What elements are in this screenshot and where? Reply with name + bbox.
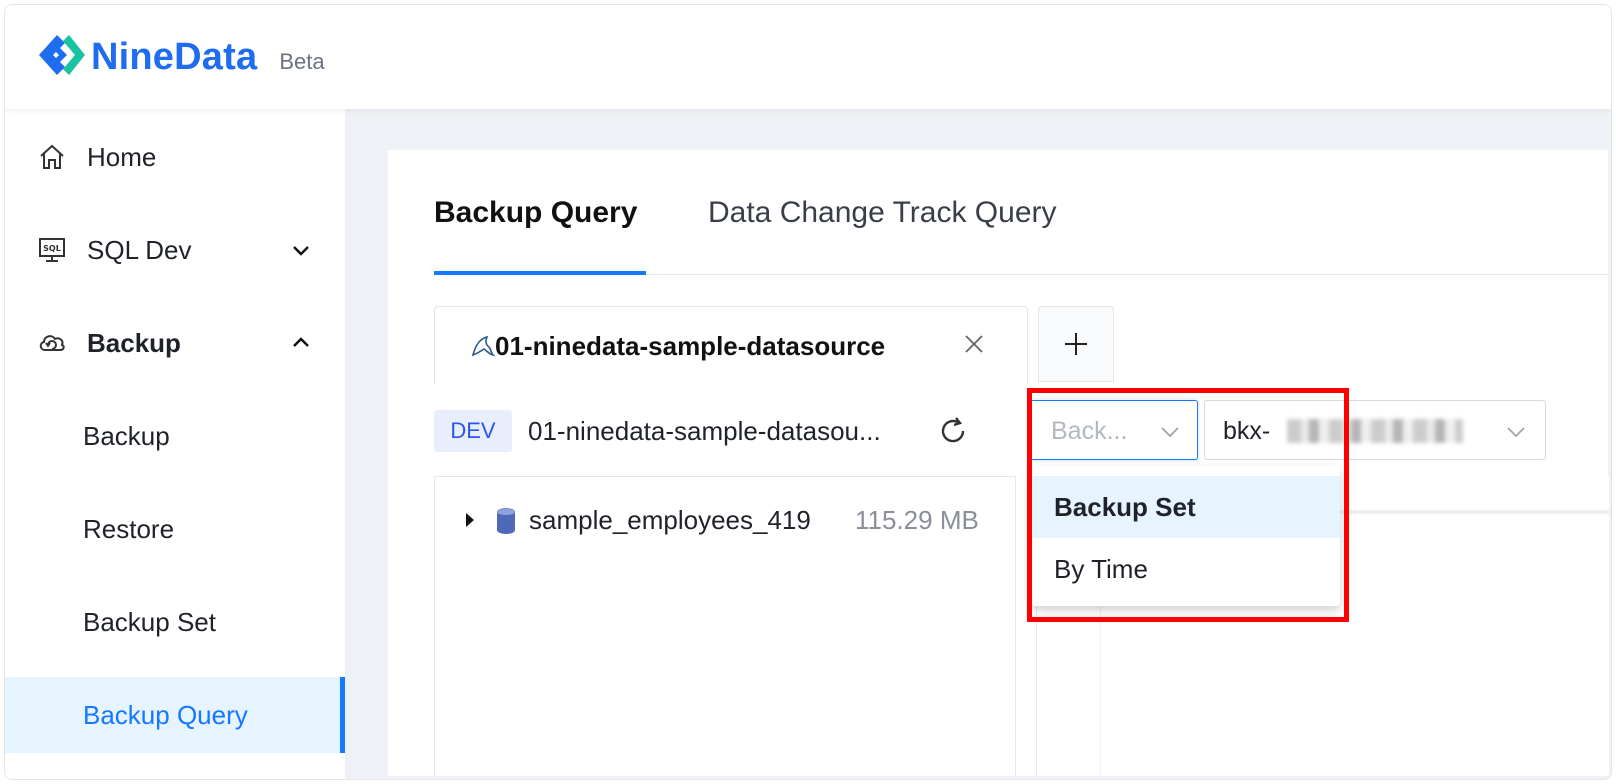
backup-set-select[interactable]: bkx- [1204, 400, 1546, 460]
home-icon [40, 144, 64, 169]
sidebar-item-restore[interactable]: Restore [5, 491, 345, 567]
sidebar-item-backup-query[interactable]: Backup Query [5, 677, 345, 753]
active-tab-indicator [434, 271, 646, 275]
close-icon[interactable] [963, 333, 985, 355]
database-icon [497, 508, 515, 534]
tab-backup-query[interactable]: Backup Query [434, 196, 637, 230]
sidebar-item-label: Backup Set [83, 606, 216, 637]
database-tree-panel: sample_employees_419 115.29 MB [434, 476, 1016, 776]
sidebar-item-sql-dev[interactable]: SQL SQL Dev [5, 212, 345, 288]
top-header: NineData Beta [5, 5, 1611, 109]
sidebar: Home SQL SQL Dev Backup Backup Restore B… [5, 109, 346, 779]
brand-logo[interactable]: NineData Beta [35, 31, 325, 83]
database-name: sample_employees_419 [529, 505, 811, 535]
chevron-down-icon [293, 246, 309, 256]
database-size: 115.29 MB [855, 505, 979, 535]
ninedata-logo-icon [39, 35, 85, 75]
sql-monitor-icon: SQL [39, 238, 65, 262]
sidebar-item-label: Home [87, 141, 157, 172]
sidebar-item-backup-group[interactable]: Backup [5, 305, 345, 381]
env-badge: DEV [434, 410, 512, 452]
sidebar-item-backup[interactable]: Backup [5, 398, 345, 474]
expand-caret-icon[interactable] [463, 511, 477, 529]
tab-data-change-track-query[interactable]: Data Change Track Query [708, 196, 1057, 230]
backup-set-value: bkx- [1223, 417, 1271, 445]
refresh-icon[interactable] [938, 416, 968, 446]
dropdown-option-backup-set[interactable]: Backup Set [1032, 476, 1340, 538]
datasource-tab-label: 01-ninedata-sample-datasource [495, 331, 886, 361]
brand-name: NineData [91, 35, 258, 78]
sidebar-item-label: SQL Dev [87, 234, 192, 265]
chevron-up-icon [293, 337, 309, 347]
dropdown-option-by-time[interactable]: By Time [1032, 538, 1340, 600]
cloud-backup-icon [39, 335, 65, 351]
sidebar-item-label: Backup Query [83, 699, 248, 730]
sidebar-item-label: Backup [83, 420, 170, 451]
datasource-name: 01-ninedata-sample-datasou... [528, 416, 881, 446]
sidebar-item-label: Restore [83, 513, 175, 544]
beta-badge: Beta [279, 49, 325, 74]
datasource-tab[interactable]: 01-ninedata-sample-datasource [434, 306, 1028, 384]
sidebar-item-home[interactable]: Home [5, 119, 345, 195]
query-mode-placeholder: Back... [1051, 417, 1128, 445]
query-tabs: Backup Query Data Change Track Query [434, 178, 1608, 275]
tree-row[interactable]: sample_employees_419 115.29 MB [435, 501, 1015, 541]
chevron-down-icon [1161, 427, 1179, 438]
svg-text:SQL: SQL [43, 244, 61, 253]
sidebar-item-backup-set[interactable]: Backup Set [5, 584, 345, 660]
query-mode-select[interactable]: Back... [1030, 400, 1198, 460]
chevron-down-icon [1507, 427, 1525, 438]
add-tab-button[interactable] [1038, 306, 1114, 382]
sidebar-item-label: Backup [87, 327, 181, 358]
mysql-dolphin-icon [471, 335, 495, 357]
redacted-backup-id [1287, 419, 1463, 443]
plus-icon [1065, 333, 1087, 355]
query-mode-dropdown: Backup Set By Time [1032, 466, 1340, 606]
